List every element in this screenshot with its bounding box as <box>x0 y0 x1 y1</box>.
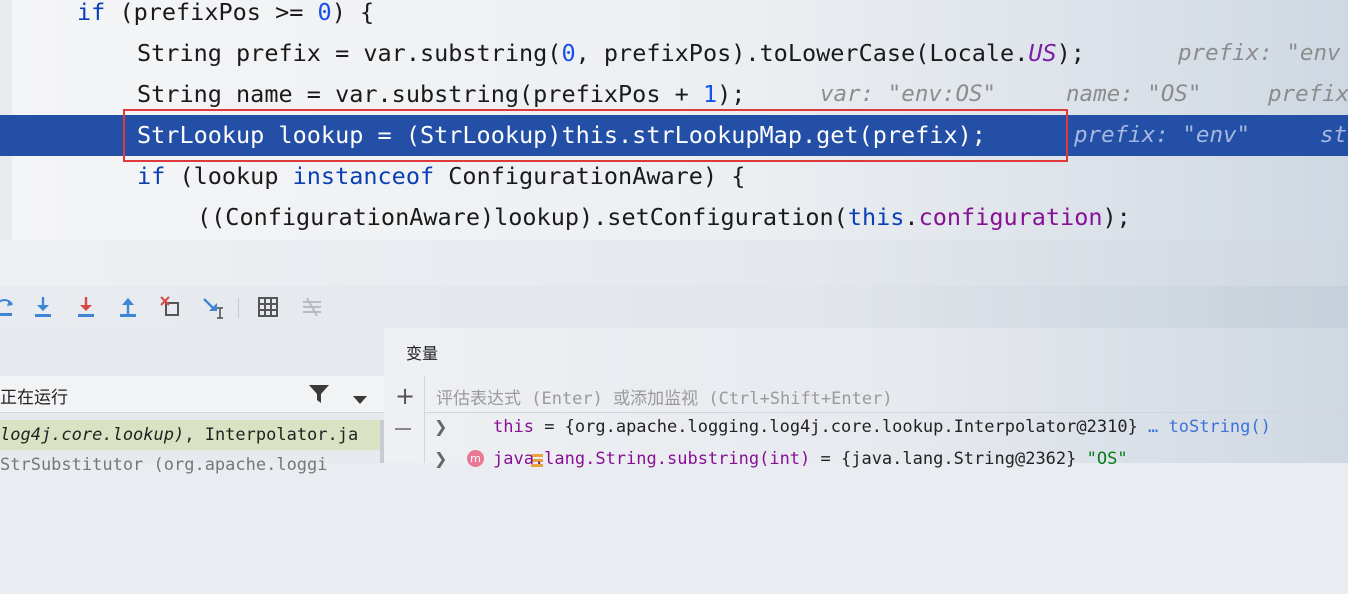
code-line-6[interactable]: ((ConfigurationAware)lookup).setConfigur… <box>0 197 1348 238</box>
inline-value-hint: st <box>1320 122 1348 148</box>
evaluate-placeholder: 评估表达式 (Enter) 或添加监视 (Ctrl+Shift+Enter) <box>436 389 893 409</box>
trace-stream-icon[interactable] <box>299 294 325 320</box>
step-over-icon[interactable] <box>0 294 18 320</box>
code-text: String prefix = var.substring(0, prefixP… <box>137 33 1085 74</box>
variable-text: java.lang.String.substring(int) = {java.… <box>493 444 1128 474</box>
code-token: String name = var.substring(prefixPos + <box>137 80 703 108</box>
frame-location: , Interpolator.ja <box>184 425 359 445</box>
inline-value-hint: prefix: "env <box>1178 40 1341 66</box>
variable-text: this = {org.apache.logging.log4j.core.lo… <box>493 412 1271 442</box>
frames-panel: 正在运行 log4j.core.lookup), Interpolator.ja… <box>0 328 384 475</box>
variables-sidebar: + <box>384 376 425 463</box>
frame-package: log4j.core.lookup) <box>0 425 185 445</box>
code-token: 0 <box>561 39 576 67</box>
code-token: (prefixPos >= <box>105 0 318 26</box>
code-token: if <box>77 0 106 26</box>
code-line-1[interactable]: if (prefixPos >= 0) { <box>0 0 1348 33</box>
code-token: . <box>904 203 919 231</box>
variable-value: = {java.lang.String@2362} <box>810 449 1087 469</box>
variable-row[interactable]: ❯ this = {org.apache.logging.log4j.core.… <box>424 412 1348 467</box>
variable-value: = {org.apache.logging.log4j.core.lookup.… <box>533 417 1138 437</box>
code-token: , prefixPos).toLowerCase(Locale. <box>575 39 1029 67</box>
inline-value-hint: name: "OS" <box>1066 81 1202 107</box>
code-text: if (prefixPos >= 0) { <box>77 0 374 33</box>
code-token: instanceof <box>292 162 435 190</box>
drop-frame-icon[interactable] <box>158 294 184 320</box>
editor-empty-area <box>0 240 1348 286</box>
debugger-toolbar <box>0 286 1348 328</box>
chevron-right-icon[interactable]: ❯ <box>434 444 447 474</box>
method-icon: m <box>467 450 484 467</box>
code-token: configuration <box>918 203 1103 231</box>
to-string-link[interactable]: … toString() <box>1138 417 1271 437</box>
code-editor[interactable]: if (prefixPos >= 0) { String prefix = va… <box>0 0 1348 240</box>
thread-selector[interactable]: 正在运行 <box>0 376 384 413</box>
code-line-5[interactable]: if (lookup instanceof ConfigurationAware… <box>0 156 1348 197</box>
variable-name: java.lang.String.substring(int) <box>493 449 811 469</box>
code-token: 1 <box>702 80 718 108</box>
stack-frame-selected[interactable]: log4j.core.lookup), Interpolator.ja <box>0 420 384 450</box>
code-token: String prefix = var.substring( <box>137 39 562 67</box>
evaluate-expression-field[interactable]: 评估表达式 (Enter) 或添加监视 (Ctrl+Shift+Enter) <box>424 376 1348 413</box>
highlight-box <box>123 109 1068 162</box>
code-text: ((ConfigurationAware)lookup).setConfigur… <box>197 197 1131 238</box>
code-token: ConfigurationAware) { <box>434 162 746 190</box>
chevron-right-icon[interactable]: ❯ <box>434 412 447 442</box>
variables-title: 变量 <box>406 344 439 363</box>
code-token: US <box>1028 39 1057 67</box>
code-token: 0 <box>317 0 332 26</box>
stack-frame[interactable]: StrSubstitutor (org.apache.loggi <box>0 450 384 480</box>
inline-value-hint: prefix: "env" <box>1074 122 1251 148</box>
variable-row[interactable]: ❯ m java.lang.String.substring(int) = {j… <box>424 444 1348 474</box>
inline-value-hint: prefix <box>1268 81 1348 107</box>
code-token: if <box>137 162 166 190</box>
toolbar-separator <box>238 298 239 318</box>
code-token: ((ConfigurationAware)lookup).setConfigur… <box>197 203 848 231</box>
code-token: ); <box>1056 39 1085 67</box>
code-token: ) { <box>331 0 375 26</box>
code-token: ); <box>717 80 746 108</box>
step-out-icon[interactable] <box>115 294 141 320</box>
code-token: this <box>847 203 905 231</box>
variable-string-value: "OS" <box>1086 449 1128 469</box>
add-watch-icon[interactable]: + <box>395 382 415 410</box>
code-text: if (lookup instanceof ConfigurationAware… <box>137 156 745 197</box>
remove-watch-icon[interactable] <box>395 428 411 430</box>
field-icon <box>468 419 544 467</box>
variable-name: this <box>493 417 534 437</box>
code-token: ); <box>1102 203 1131 231</box>
filter-icon[interactable] <box>308 384 330 408</box>
code-token: (lookup <box>165 162 293 190</box>
variables-panel: 变量 + 评估表达式 (Enter) 或添加监视 (Ctrl+Shift+Ent… <box>384 328 1348 469</box>
thread-status-label: 正在运行 <box>0 388 68 408</box>
step-into-icon[interactable] <box>30 294 56 320</box>
code-line-2[interactable]: String prefix = var.substring(0, prefixP… <box>0 33 1348 74</box>
chevron-down-icon[interactable] <box>352 390 368 409</box>
force-step-into-icon[interactable] <box>73 294 99 320</box>
run-to-cursor-icon[interactable] <box>200 294 226 320</box>
evaluate-expression-icon[interactable] <box>255 294 281 320</box>
frame-location: StrSubstitutor (org.apache.loggi <box>0 455 328 475</box>
